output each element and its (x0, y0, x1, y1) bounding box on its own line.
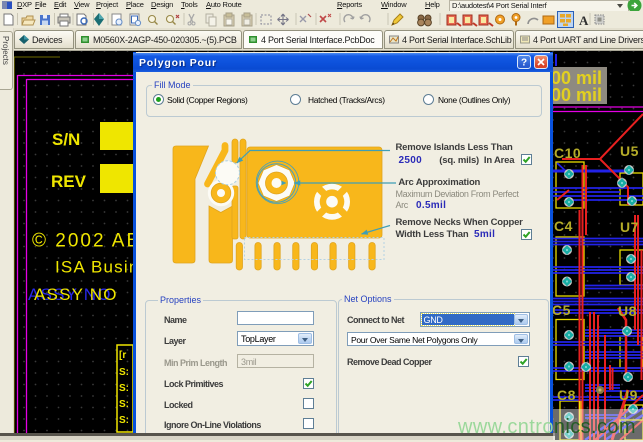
svg-text:[r: [r (119, 350, 126, 361)
svg-text:U5: U5 (620, 143, 639, 159)
svg-text:S:: S: (119, 383, 129, 394)
svg-text:C8: C8 (557, 387, 576, 403)
svg-text:C4: C4 (554, 218, 573, 234)
svg-text:U7: U7 (620, 219, 639, 235)
svg-text:S:: S: (119, 415, 129, 426)
svg-text:S:: S: (119, 367, 129, 378)
svg-text:C5: C5 (552, 302, 571, 318)
svg-text:U9: U9 (619, 387, 638, 403)
svg-text:A: A (579, 13, 589, 28)
svg-text:00 mil: 00 mil (551, 85, 602, 105)
svg-text:ISA Busin: ISA Busin (55, 258, 140, 277)
svg-text:C10: C10 (554, 145, 581, 161)
svg-text:REV: REV (51, 172, 87, 191)
svg-text:?: ? (521, 58, 527, 69)
svg-text:S:: S: (119, 399, 129, 410)
svg-text:U8: U8 (618, 303, 637, 319)
svg-text:S/N: S/N (52, 130, 80, 149)
svg-text:© 2002 AB: © 2002 AB (32, 231, 141, 252)
svg-text:ASSY NO: ASSY NO (34, 285, 118, 304)
